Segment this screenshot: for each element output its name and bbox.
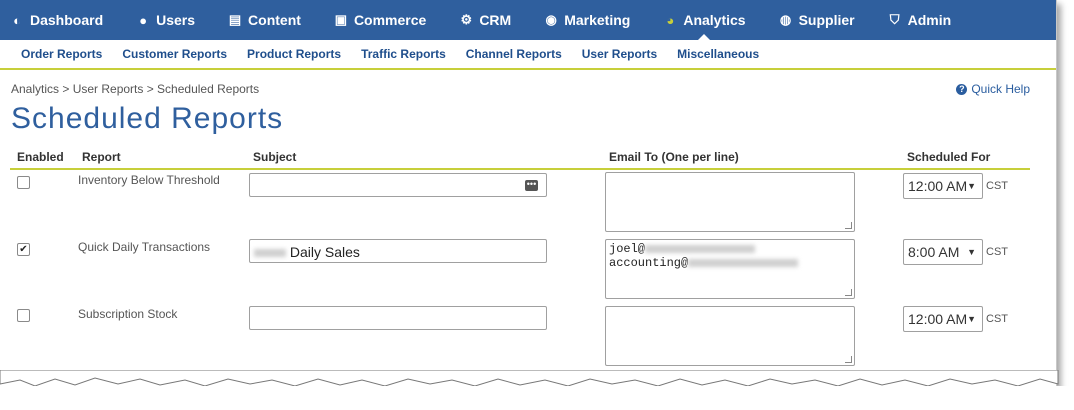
nav-admin[interactable]: ⛉ Admin — [888, 0, 952, 40]
report-name: Quick Daily Transactions — [78, 240, 211, 254]
nav-supplier[interactable]: ◍ Supplier — [779, 0, 855, 40]
subnav-channel-reports[interactable]: Channel Reports — [466, 47, 562, 61]
email-textarea[interactable] — [605, 172, 855, 232]
subject-input[interactable]: Daily Sales — [249, 239, 547, 263]
chevron-down-icon: ▼ — [967, 181, 976, 191]
breadcrumb-row: Analytics > User Reports > Scheduled Rep… — [0, 70, 1056, 104]
resize-handle-icon[interactable] — [845, 222, 852, 229]
table-row: Inventory Below Threshold ••• 12:00 AM ▼ … — [0, 172, 1040, 238]
subnav-order-reports[interactable]: Order Reports — [21, 47, 102, 61]
quick-help-label: Quick Help — [971, 82, 1030, 96]
subnav-product-reports[interactable]: Product Reports — [247, 47, 341, 61]
nav-label: Admin — [907, 12, 952, 28]
subnav-miscellaneous[interactable]: Miscellaneous — [677, 47, 759, 61]
active-caret-icon — [698, 34, 711, 40]
time-select[interactable]: 8:00 AM ▼ — [903, 239, 983, 265]
redacted-text — [688, 258, 799, 267]
header-email: Email To (One per line) — [609, 150, 739, 164]
email-textarea[interactable]: joel@ accounting@ — [605, 239, 855, 299]
timezone-label: CST — [986, 180, 1008, 192]
email-line-text: accounting@ — [609, 256, 689, 270]
header-subject: Subject — [253, 150, 297, 164]
dashboard-icon: ◐ — [13, 12, 21, 28]
target-icon: ◉ — [545, 12, 557, 27]
subnav-customer-reports[interactable]: Customer Reports — [122, 47, 227, 61]
nav-label: Content — [248, 12, 301, 28]
enabled-checkbox[interactable]: ✔ — [17, 243, 30, 256]
table-row: ✔ Quick Daily Transactions Daily Sales j… — [0, 239, 1040, 305]
top-navigation: ◐ Dashboard ● Users ▤ Content ▣ Commerce ⚙ CR… — [0, 0, 1056, 40]
resize-handle-icon[interactable] — [845, 356, 852, 363]
nav-commerce[interactable]: ▣ Commerce — [334, 0, 427, 40]
timezone-label: CST — [986, 313, 1008, 325]
nav-crm[interactable]: ⚙ CRM — [459, 0, 511, 40]
table-row: Subscription Stock 12:00 AM ▼ CST — [0, 306, 1040, 372]
pie-chart-icon: ◕ — [666, 12, 675, 28]
nav-label: Analytics — [683, 12, 746, 28]
redacted-text — [645, 244, 756, 253]
subnav-traffic-reports[interactable]: Traffic Reports — [361, 47, 446, 61]
nav-label: Commerce — [353, 12, 427, 28]
chevron-down-icon: ▼ — [967, 247, 976, 257]
nav-label: Dashboard — [30, 12, 104, 28]
timezone-label: CST — [986, 246, 1008, 258]
nav-users[interactable]: ● Users — [136, 0, 195, 40]
enabled-checkbox[interactable] — [17, 309, 30, 322]
header-scheduled-for: Scheduled For — [907, 150, 991, 164]
enabled-checkbox[interactable] — [17, 176, 30, 189]
chevron-down-icon: ▼ — [967, 314, 976, 324]
report-name: Inventory Below Threshold — [78, 173, 220, 187]
cogs-icon: ⚙ — [460, 12, 473, 27]
shield-icon: ⛉ — [889, 12, 900, 27]
email-textarea[interactable] — [605, 306, 855, 366]
breadcrumb: Analytics > User Reports > Scheduled Rep… — [11, 82, 260, 96]
time-value: 8:00 AM — [908, 244, 960, 260]
users-icon: ● — [139, 12, 148, 28]
time-value: 12:00 AM — [908, 311, 968, 327]
money-icon: ▣ — [334, 12, 348, 27]
help-icon: ? — [956, 83, 968, 95]
report-name: Subscription Stock — [78, 307, 178, 321]
header-report: Report — [82, 150, 121, 164]
subject-value: Daily Sales — [289, 244, 360, 260]
email-line: joel@ — [609, 242, 851, 256]
document-icon: ▤ — [228, 12, 242, 27]
nav-content[interactable]: ▤ Content — [228, 0, 301, 40]
time-select[interactable]: 12:00 AM ▼ — [903, 173, 983, 199]
nav-label: CRM — [479, 12, 512, 28]
resize-handle-icon[interactable] — [845, 289, 852, 296]
nav-label: Users — [156, 12, 196, 28]
page-title: Scheduled Reports — [11, 102, 284, 135]
email-line: accounting@ — [609, 256, 851, 270]
sub-navigation: Order Reports Customer Reports Product R… — [0, 40, 1056, 70]
time-value: 12:00 AM — [908, 178, 968, 194]
redacted-text — [254, 249, 286, 258]
globe-icon: ◍ — [779, 12, 792, 27]
subject-input[interactable] — [249, 306, 547, 330]
app-frame: ◐ Dashboard ● Users ▤ Content ▣ Commerce ⚙ CR… — [0, 0, 1057, 392]
header-enabled: Enabled — [17, 150, 64, 164]
nav-label: Supplier — [798, 12, 855, 28]
table-header: Enabled Report Subject Email To (One per… — [10, 150, 1030, 170]
more-options-icon[interactable]: ••• — [525, 180, 538, 191]
nav-dashboard[interactable]: ◐ Dashboard — [10, 0, 103, 40]
time-select[interactable]: 12:00 AM ▼ — [903, 306, 983, 332]
subnav-user-reports[interactable]: User Reports — [582, 47, 657, 61]
nav-label: Marketing — [564, 12, 631, 28]
nav-marketing[interactable]: ◉ Marketing — [544, 0, 631, 40]
torn-edge-decoration — [0, 370, 1074, 410]
nav-analytics[interactable]: ◕ Analytics — [663, 0, 746, 40]
email-line-text: joel@ — [609, 242, 646, 256]
quick-help-link[interactable]: ? Quick Help — [956, 82, 1030, 96]
subject-input[interactable]: ••• — [249, 173, 547, 197]
